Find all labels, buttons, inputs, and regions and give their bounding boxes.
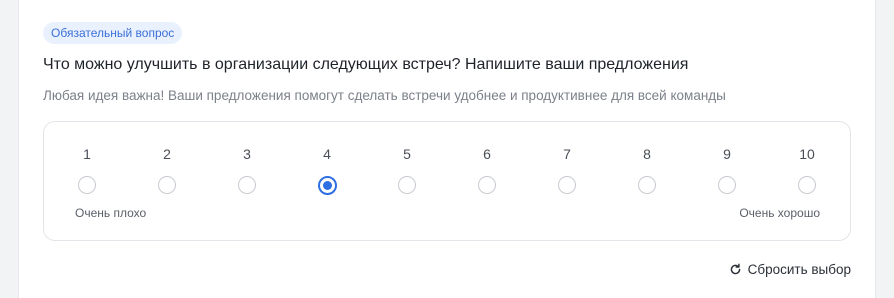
radio-button[interactable] — [398, 176, 416, 194]
reset-choice-button[interactable]: Сбросить выбор — [729, 262, 851, 277]
scale-max-label: Очень хорошо — [739, 206, 820, 220]
rating-number: 1 — [83, 146, 91, 162]
radio-button[interactable] — [798, 176, 816, 194]
rating-number: 8 — [643, 146, 651, 162]
rating-option-1[interactable]: 1 — [67, 122, 107, 202]
rating-option-3[interactable]: 3 — [227, 122, 267, 202]
rating-number: 3 — [243, 146, 251, 162]
question-title: Что можно улучшить в организации следующ… — [43, 56, 689, 73]
radio-button[interactable] — [238, 176, 256, 194]
rating-number: 9 — [723, 146, 731, 162]
rating-option-9[interactable]: 9 — [707, 122, 747, 202]
rating-scale: 1 2 3 4 5 6 7 8 9 10 Очень плохо Очень х… — [43, 121, 851, 241]
question-subtitle: Любая идея важна! Ваши предложения помог… — [43, 88, 726, 103]
radio-button[interactable] — [78, 176, 96, 194]
rating-option-5[interactable]: 5 — [387, 122, 427, 202]
required-badge: Обязательный вопрос — [43, 22, 183, 44]
question-card: Обязательный вопрос Что можно улучшить в… — [18, 0, 876, 298]
rating-number: 7 — [563, 146, 571, 162]
rating-option-8[interactable]: 8 — [627, 122, 667, 202]
rating-option-2[interactable]: 2 — [147, 122, 187, 202]
radio-button[interactable] — [478, 176, 496, 194]
rating-number: 2 — [163, 146, 171, 162]
radio-button[interactable] — [638, 176, 656, 194]
rating-number: 10 — [799, 146, 815, 162]
rating-option-6[interactable]: 6 — [467, 122, 507, 202]
reset-choice-label: Сбросить выбор — [747, 262, 851, 277]
radio-button[interactable] — [318, 176, 337, 195]
radio-button[interactable] — [718, 176, 736, 194]
radio-button[interactable] — [558, 176, 576, 194]
rating-number: 4 — [323, 146, 331, 162]
radio-button[interactable] — [158, 176, 176, 194]
rating-number: 5 — [403, 146, 411, 162]
rating-option-10[interactable]: 10 — [787, 122, 827, 202]
refresh-icon — [729, 263, 742, 276]
rating-option-7[interactable]: 7 — [547, 122, 587, 202]
rating-number: 6 — [483, 146, 491, 162]
scale-min-label: Очень плохо — [75, 206, 147, 220]
rating-option-4[interactable]: 4 — [307, 122, 347, 202]
